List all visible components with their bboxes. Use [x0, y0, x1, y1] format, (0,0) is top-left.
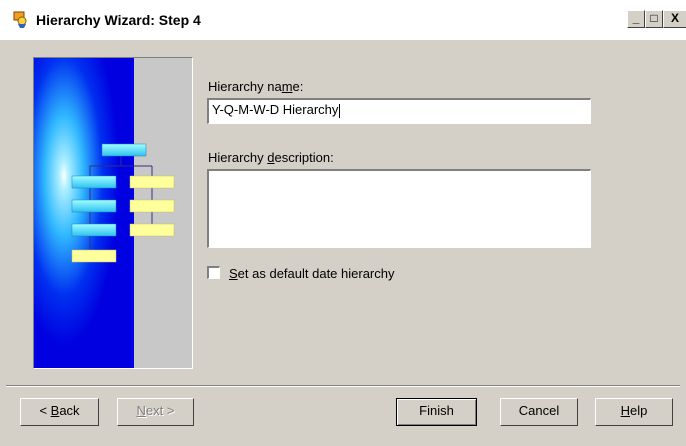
hierarchy-illustration-icon [34, 58, 192, 368]
text-caret [339, 103, 341, 118]
close-icon: X [670, 11, 679, 25]
hierarchy-name-label: Hierarchy name: [208, 79, 304, 94]
wizard-illustration [33, 57, 193, 369]
finish-button[interactable]: Finish [396, 398, 477, 426]
hierarchy-name-value: Y-Q-M-W-D Hierarchy [212, 102, 339, 117]
hierarchy-name-input[interactable]: Y-Q-M-W-D Hierarchy [207, 98, 591, 124]
title-bar[interactable]: Hierarchy Wizard: Step 4 _ □ X [0, 0, 686, 40]
hierarchy-description-input[interactable] [207, 169, 591, 248]
default-date-hierarchy-checkbox[interactable] [207, 266, 220, 279]
maximize-icon: □ [650, 11, 658, 25]
cancel-button[interactable]: Cancel [500, 398, 578, 426]
minimize-icon: _ [632, 11, 640, 25]
hierarchy-description-label: Hierarchy description: [208, 150, 334, 165]
back-button[interactable]: < Back [20, 398, 99, 426]
close-button[interactable]: X [663, 10, 686, 28]
help-button[interactable]: Help [595, 398, 673, 426]
minimize-button[interactable]: _ [627, 10, 645, 28]
next-button[interactable]: Next > [117, 398, 194, 426]
button-separator [6, 385, 680, 387]
maximize-button[interactable]: □ [645, 10, 663, 28]
wizard-icon [13, 11, 27, 28]
window-title: Hierarchy Wizard: Step 4 [36, 12, 201, 28]
default-date-hierarchy-label[interactable]: Set as default date hierarchy [229, 266, 395, 281]
hierarchy-wizard-dialog: Hierarchy Wizard: Step 4 _ □ X Hierarchy… [0, 0, 686, 446]
